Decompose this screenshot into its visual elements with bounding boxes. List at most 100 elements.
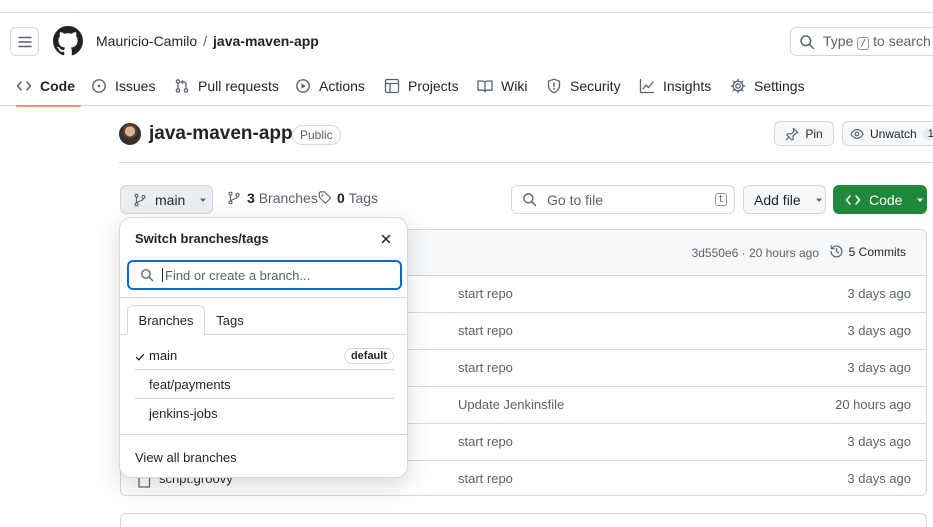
tab-security[interactable]: Security — [546, 66, 621, 106]
git-branch-icon — [133, 193, 147, 207]
git-branch-icon — [227, 191, 241, 205]
tab-projects-label: Projects — [408, 78, 459, 94]
menu-divider — [120, 297, 407, 298]
branch-item-jenkins-jobs[interactable]: jenkins-jobs — [135, 399, 395, 428]
github-logo-icon[interactable] — [53, 26, 83, 56]
search-shortcut-key: / — [857, 37, 870, 50]
branches-label: Branches — [258, 190, 318, 206]
commit-message[interactable]: start repo — [458, 471, 513, 486]
commit-age: 3 days ago — [847, 323, 911, 338]
commit-message[interactable]: start repo — [458, 323, 513, 338]
tab-settings[interactable]: Settings — [730, 66, 805, 106]
tab-wiki[interactable]: Wiki — [477, 66, 527, 106]
eye-icon — [850, 127, 864, 141]
hamburger-icon — [17, 34, 33, 50]
branches-link[interactable]: 3 Branches — [227, 190, 318, 206]
branch-name: feat/payments — [149, 376, 231, 392]
issue-icon — [91, 78, 107, 94]
code-button[interactable]: Code — [833, 185, 927, 214]
tab-tags[interactable]: Tags — [208, 305, 252, 335]
tab-pull-requests[interactable]: Pull requests — [174, 66, 279, 106]
branch-filter-input[interactable]: Find or create a branch... — [127, 260, 402, 290]
go-to-file-placeholder: Go to file — [547, 191, 604, 208]
code-button-label: Code — [869, 191, 903, 208]
check-icon — [135, 349, 149, 362]
add-file-button[interactable]: Add file — [743, 185, 826, 214]
commits-link[interactable]: 5 Commits — [829, 244, 906, 259]
owner-link[interactable]: Mauricio-Camilo — [96, 33, 197, 49]
global-search[interactable]: Type / to search — [790, 27, 933, 56]
tab-branches[interactable]: Branches — [127, 305, 205, 335]
commit-message[interactable]: start repo — [458, 434, 513, 449]
tab-wiki-label: Wiki — [501, 78, 528, 94]
avatar[interactable] — [119, 123, 141, 145]
commit-message[interactable]: start repo — [458, 286, 513, 301]
tab-projects[interactable]: Projects — [384, 66, 459, 106]
code-icon — [16, 78, 32, 94]
tags-link[interactable]: 0 Tags — [318, 190, 378, 206]
table-icon — [384, 78, 400, 94]
commit-message[interactable]: start repo — [458, 360, 513, 375]
commits-label: 5 Commits — [848, 244, 906, 259]
readme-box — [120, 513, 927, 527]
branch-item-feat-payments[interactable]: feat/payments — [135, 370, 395, 399]
tags-count: 0 — [337, 190, 345, 206]
branch-switcher-menu: Switch branches/tags Find or create a br… — [119, 217, 408, 478]
commit-age: 3 days ago — [847, 434, 911, 449]
tab-security-label: Security — [570, 78, 621, 94]
commit-message[interactable]: Update Jenkinsfile — [458, 397, 564, 412]
tab-issues[interactable]: Issues — [91, 66, 155, 106]
caret-down-icon — [199, 196, 207, 204]
tag-icon — [318, 191, 332, 205]
branch-selector-button[interactable]: main — [120, 185, 213, 214]
pin-icon — [785, 127, 799, 141]
top-border — [0, 12, 933, 13]
branch-item-main[interactable]: main default — [135, 341, 395, 370]
shield-icon — [546, 78, 562, 94]
menu-divider — [120, 434, 407, 435]
menu-button[interactable] — [10, 27, 39, 56]
repo-header-divider — [119, 162, 933, 163]
repo-title[interactable]: java-maven-app — [149, 123, 293, 145]
history-icon — [829, 244, 844, 259]
tags-label: Tags — [348, 190, 379, 206]
tab-pull-requests-label: Pull requests — [198, 78, 279, 94]
tab-code[interactable]: Code — [16, 66, 81, 107]
current-branch-label: main — [155, 191, 186, 208]
search-icon — [799, 34, 815, 50]
view-all-branches-link[interactable]: View all branches — [135, 450, 237, 465]
repo-nav: Code Issues Pull requests Actions Projec… — [0, 66, 933, 107]
go-to-file-input[interactable]: Go to file t — [511, 185, 735, 214]
visibility-badge: Public — [292, 125, 341, 145]
repo-link[interactable]: java-maven-app — [213, 33, 319, 49]
latest-commit-meta[interactable]: 3d550e6 · 20 hours ago — [692, 246, 819, 260]
caret-down-icon — [815, 196, 823, 204]
caret-down-icon — [916, 196, 924, 204]
tab-actions[interactable]: Actions — [295, 66, 365, 106]
search-suffix: to search — [873, 33, 931, 49]
tab-actions-label: Actions — [319, 78, 365, 94]
commit-age: 3 days ago — [847, 286, 911, 301]
tab-code-label: Code — [40, 78, 75, 94]
tab-insights-label: Insights — [663, 78, 712, 94]
breadcrumb-separator: / — [203, 33, 208, 49]
breadcrumb: Mauricio-Camilo / java-maven-app — [96, 33, 319, 49]
play-icon — [295, 78, 311, 94]
commit-age: 20 hours ago — [835, 397, 911, 412]
add-file-label: Add file — [754, 191, 801, 208]
graph-icon — [639, 78, 655, 94]
commit-age: 3 days ago — [847, 360, 911, 375]
commit-age: 3 days ago — [847, 471, 911, 486]
text-cursor — [162, 268, 163, 282]
pin-button[interactable]: Pin — [774, 121, 834, 146]
close-icon[interactable] — [380, 233, 392, 245]
watch-button[interactable]: Unwatch 1 — [842, 121, 933, 146]
branches-count: 3 — [247, 190, 255, 206]
watch-label: Unwatch — [870, 126, 917, 141]
code-icon — [845, 192, 861, 208]
watch-count: 1 — [922, 127, 933, 140]
tab-insights[interactable]: Insights — [639, 66, 711, 106]
book-icon — [477, 78, 493, 94]
menu-title: Switch branches/tags — [135, 231, 269, 246]
search-icon — [140, 268, 154, 282]
